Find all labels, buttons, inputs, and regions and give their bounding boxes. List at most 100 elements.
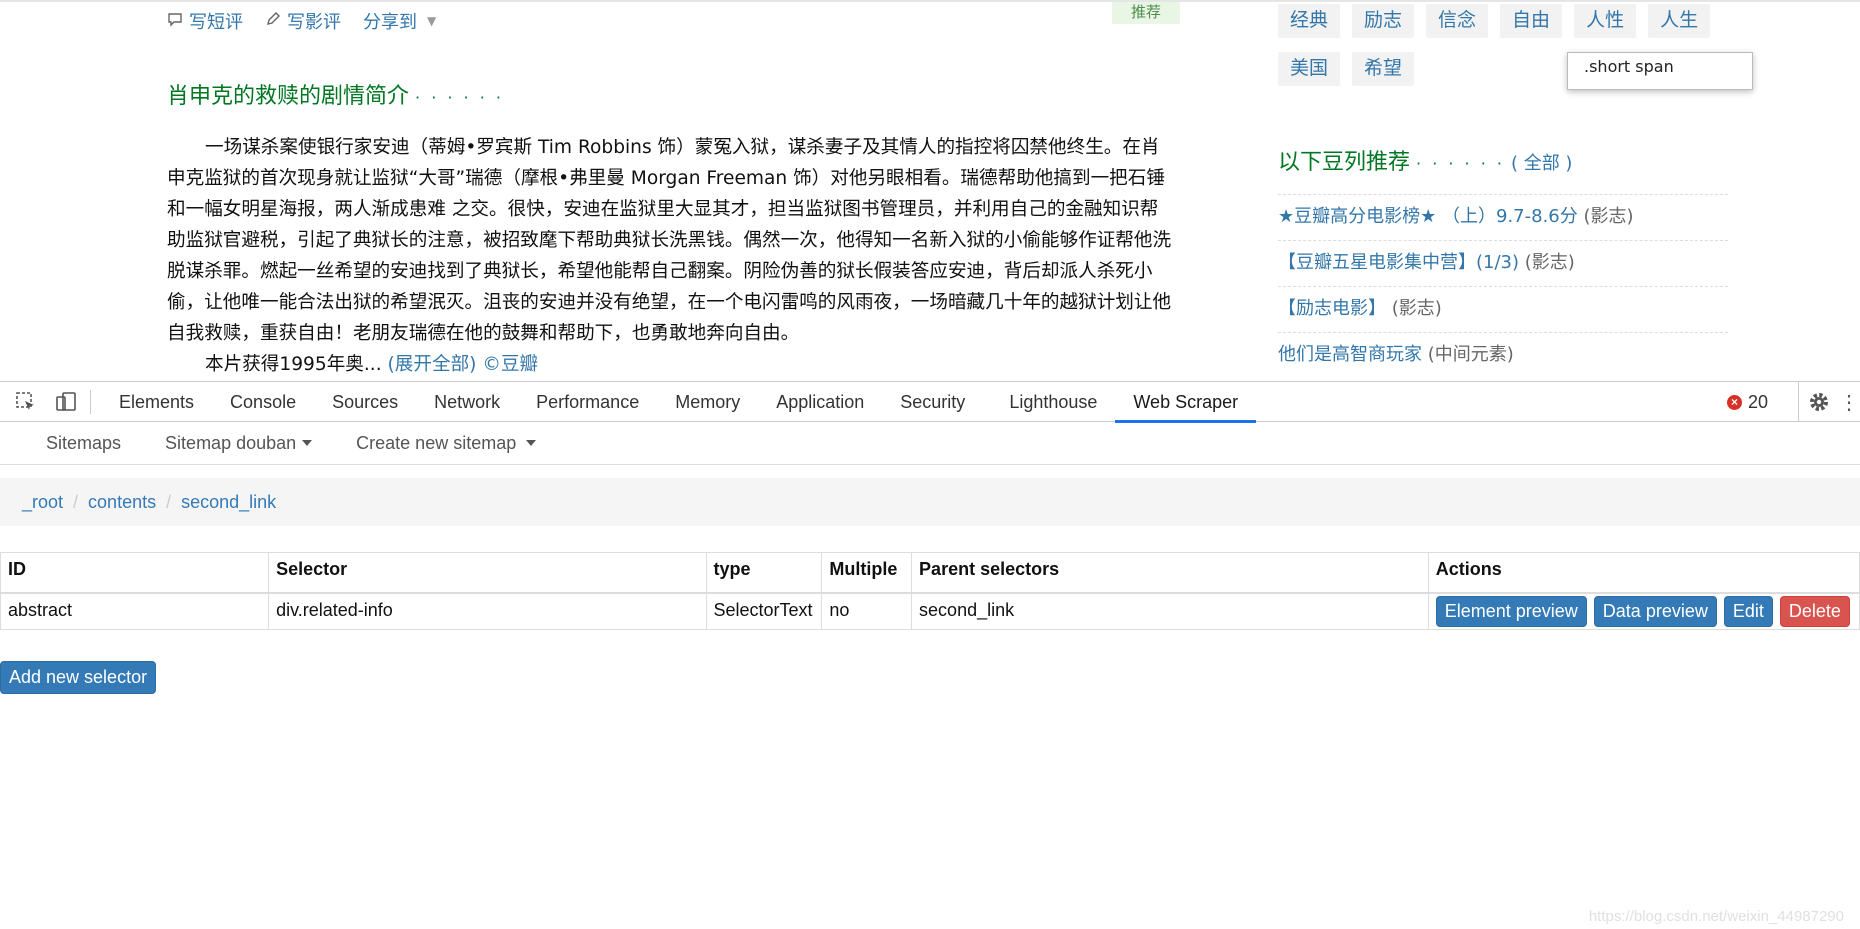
watermark: https://blog.csdn.net/weixin_44987290 <box>1588 908 1844 925</box>
summary-heading: 肖申克的救赎的剧情简介 · · · · · · <box>167 78 504 110</box>
table-header-row: ID Selector type Multiple Parent selecto… <box>0 552 1860 594</box>
column-header-selector: Selector <box>268 552 707 594</box>
add-new-selector-button[interactable]: Add new selector <box>0 661 157 694</box>
summary-paragraph: 一场谋杀案使银行家安迪（蒂姆•罗宾斯 Tim Robbins 饰）蒙冤入狱，谋杀… <box>167 137 1172 344</box>
cell-type: SelectorText <box>705 592 823 630</box>
cell-actions: Element preview Data preview Edit Delete <box>1427 592 1860 630</box>
doulist-heading-text: 以下豆列推荐 <box>1278 150 1411 175</box>
tab-console[interactable]: Console <box>212 382 314 422</box>
data-preview-button[interactable]: Data preview <box>1593 595 1717 627</box>
cell-selector: div.related-info <box>268 592 707 630</box>
pencil-icon <box>265 11 281 31</box>
devtools-panel: Elements Console Sources Network Perform… <box>0 381 1860 929</box>
error-count: 20 <box>1747 391 1768 412</box>
device-toolbar-icon[interactable] <box>46 382 86 422</box>
summary-text-2: 本片获得1995年奥... <box>205 354 382 375</box>
element-preview-button[interactable]: Element preview <box>1435 595 1587 627</box>
tab-security[interactable]: Security <box>882 382 983 422</box>
tag-item[interactable]: 人性 <box>1574 4 1637 38</box>
edit-button[interactable]: Edit <box>1723 595 1773 627</box>
write-review-label: 写影评 <box>287 12 341 33</box>
nav-sitemaps-label: Sitemaps <box>46 432 122 453</box>
summary-paragraph-2: 本片获得1995年奥... (展开全部) ©豆瓣 <box>167 349 1175 380</box>
doulist-link[interactable]: 他们是高智商玩家 <box>1278 344 1422 365</box>
summary-heading-dots: · · · · · · <box>415 88 504 107</box>
write-short-review-link[interactable]: 写短评 <box>167 8 243 34</box>
breadcrumb-root[interactable]: _root <box>22 492 63 513</box>
selector-tooltip: .short span <box>1567 52 1753 90</box>
speech-bubble-icon <box>167 11 183 31</box>
cell-id: abstract <box>0 592 270 630</box>
tag-item[interactable]: 励志 <box>1352 4 1415 38</box>
doulist-item: 【励志电影】 (影志) <box>1278 286 1728 332</box>
cell-parent: second_link <box>911 592 1429 630</box>
webscraper-nav: Sitemaps Sitemap douban Create new sitem… <box>0 422 1860 465</box>
doulist-link[interactable]: ★豆瓣高分电影榜★ （上）9.7-8.6分 <box>1278 206 1578 227</box>
tag-item[interactable]: 人生 <box>1648 4 1711 38</box>
nav-create-sitemap-dropdown[interactable]: Create new sitemap <box>334 433 558 454</box>
doulist-link[interactable]: 【豆瓣五星电影集中营】(1/3) <box>1278 252 1519 273</box>
tab-network[interactable]: Network <box>416 382 518 422</box>
caret-down-icon <box>302 440 313 446</box>
summary-heading-text: 肖申克的救赎的剧情简介 <box>167 84 410 109</box>
recommend-badge[interactable]: 推荐 <box>1112 2 1180 24</box>
breadcrumb-separator: / <box>73 491 79 512</box>
doulist: ★豆瓣高分电影榜★ （上）9.7-8.6分 (影志) 【豆瓣五星电影集中营】(1… <box>1278 194 1728 378</box>
write-short-review-label: 写短评 <box>189 12 243 33</box>
column-header-parent: Parent selectors <box>911 552 1429 594</box>
doulist-item: 他们是高智商玩家 (中间元素) <box>1278 332 1728 378</box>
tab-elements[interactable]: Elements <box>101 382 212 422</box>
toolbar-divider <box>90 389 91 414</box>
copyright-link[interactable]: ©豆瓣 <box>482 354 538 375</box>
tab-performance[interactable]: Performance <box>518 382 657 422</box>
tab-memory[interactable]: Memory <box>657 382 758 422</box>
doulist-heading-dots: · · · · · · <box>1416 154 1505 173</box>
column-header-type: type <box>705 552 823 594</box>
tag-item[interactable]: 自由 <box>1500 4 1563 38</box>
more-options-icon[interactable]: ⋮ <box>1838 382 1860 422</box>
tab-sources[interactable]: Sources <box>314 382 416 422</box>
nav-sitemap-douban-dropdown[interactable]: Sitemap douban <box>143 433 334 454</box>
breadcrumb: _root / contents / second_link <box>0 478 1860 526</box>
share-dropdown[interactable]: 分享到 ▼ <box>363 8 436 34</box>
doulist-heading: 以下豆列推荐 · · · · · · ( 全部 ) <box>1278 144 1572 176</box>
tag-item[interactable]: 经典 <box>1278 4 1341 38</box>
error-counter[interactable]: × 20 <box>1726 391 1768 413</box>
selector-table: ID Selector type Multiple Parent selecto… <box>0 552 1860 630</box>
tag-item[interactable]: 美国 <box>1278 52 1341 86</box>
breadcrumb-separator: / <box>166 491 172 512</box>
gear-icon[interactable] <box>1798 382 1838 422</box>
doulist-item: 【豆瓣五星电影集中营】(1/3) (影志) <box>1278 240 1728 286</box>
devtools-right-controls: × 20 ⋮ <box>1726 382 1860 422</box>
nav-sitemap-douban-label: Sitemap douban <box>165 432 297 453</box>
doulist-meta: (影志) <box>1391 298 1442 319</box>
doulist-link[interactable]: 【励志电影】 <box>1278 298 1386 319</box>
column-header-id: ID <box>0 552 270 594</box>
breadcrumb-contents[interactable]: contents <box>88 492 156 513</box>
tab-lighthouse[interactable]: Lighthouse <box>991 382 1115 422</box>
nav-sitemaps[interactable]: Sitemaps <box>24 433 143 454</box>
tag-item[interactable]: 希望 <box>1352 52 1415 86</box>
douban-page: 写短评 写影评 分享到 ▼ 推荐 肖申克的救赎的剧情简介 · · · · · · … <box>0 0 1860 381</box>
write-review-link[interactable]: 写影评 <box>265 8 341 34</box>
share-label: 分享到 <box>363 12 417 33</box>
doulist-meta: (影志) <box>1583 206 1634 227</box>
inspect-element-icon[interactable] <box>6 382 46 422</box>
devtools-tabbar: Elements Console Sources Network Perform… <box>0 382 1860 423</box>
tag-item[interactable]: 信念 <box>1426 4 1489 38</box>
error-icon: × <box>1726 394 1742 410</box>
delete-button[interactable]: Delete <box>1779 595 1850 627</box>
nav-create-sitemap-label: Create new sitemap <box>356 432 517 453</box>
cell-multiple: no <box>821 592 913 630</box>
caret-down-icon <box>526 440 537 446</box>
doulist-meta: (影志) <box>1524 252 1575 273</box>
caret-down-icon: ▼ <box>427 14 437 28</box>
tab-application[interactable]: Application <box>758 382 882 422</box>
table-row[interactable]: abstract div.related-info SelectorText n… <box>0 592 1860 630</box>
column-header-actions: Actions <box>1427 552 1860 594</box>
expand-all-link[interactable]: (展开全部) <box>388 354 477 375</box>
tab-web-scraper[interactable]: Web Scraper <box>1115 382 1256 423</box>
plot-summary: 一场谋杀案使银行家安迪（蒂姆•罗宾斯 Tim Robbins 饰）蒙冤入狱，谋杀… <box>167 132 1175 380</box>
doulist-all-link[interactable]: ( 全部 ) <box>1511 153 1573 174</box>
breadcrumb-second-link[interactable]: second_link <box>181 492 276 513</box>
